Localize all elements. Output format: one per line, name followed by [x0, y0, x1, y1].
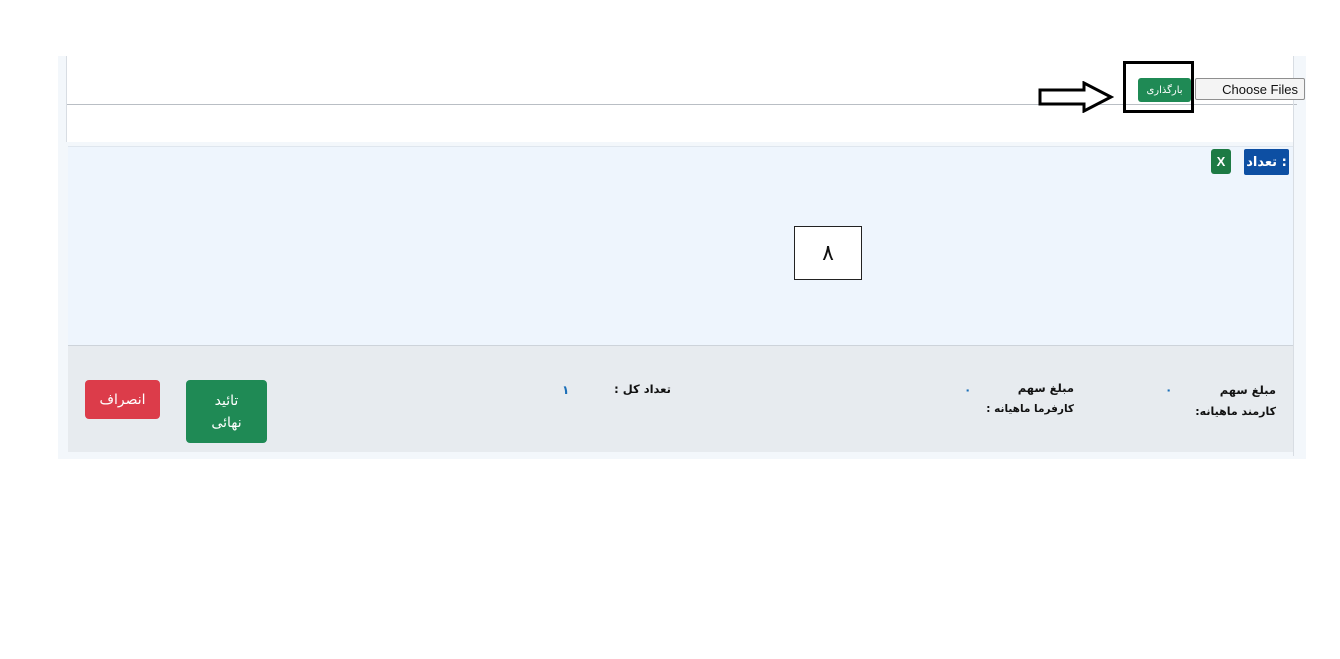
employer-share-label-line2: کارفرما ماهیانه :	[986, 403, 1074, 415]
annotation-step-number: ۸	[794, 226, 862, 280]
choose-files-input[interactable]: Choose Files	[1195, 78, 1305, 100]
final-confirm-line1: تائید	[214, 392, 239, 409]
employer-share-value: ۰	[964, 383, 972, 397]
employer-share-label-line1: مبلغ سهم	[1017, 381, 1074, 395]
final-confirm-line2: نهائی	[211, 414, 242, 431]
employee-share-value: ۰	[1165, 383, 1173, 397]
total-count-label: تعداد کل :	[614, 382, 671, 396]
panel-border	[1293, 56, 1294, 456]
employee-share-label-line1: مبلغ سهم	[1219, 383, 1276, 397]
final-confirm-button[interactable]: تائید نهائی	[186, 380, 267, 443]
excel-export-icon[interactable]: X	[1211, 149, 1231, 174]
cancel-button[interactable]: انصراف	[85, 380, 160, 419]
total-count-value: ۱	[562, 383, 570, 397]
annotation-arrow-icon	[1038, 81, 1114, 113]
count-badge: تعداد :	[1244, 149, 1289, 175]
annotation-highlight-box	[1123, 61, 1194, 113]
list-area	[68, 146, 1293, 345]
form-panel: Choose Files بارگذاری تعداد : X ۸ مبلغ س…	[58, 56, 1306, 459]
employee-share-label-line2: کارمند ماهیانه:	[1195, 405, 1276, 418]
